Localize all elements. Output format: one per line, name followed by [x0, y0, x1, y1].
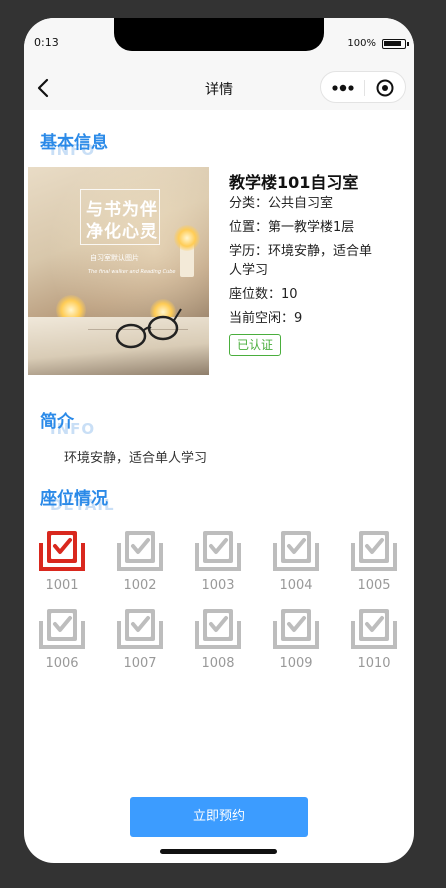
cover-script: The final walker and Reading Cube [88, 269, 176, 275]
seat-check-icon [117, 609, 163, 649]
seat-label: 1004 [279, 578, 313, 593]
capsule-menu [320, 71, 406, 103]
seat-label: 1006 [45, 656, 79, 671]
room-location: 位置：第一教学楼1层 [229, 220, 355, 235]
room-free-count: 当前空闲：9 [229, 311, 303, 326]
seat-item[interactable]: 1002 [109, 529, 171, 597]
phone-screen: 0:13 100% 详情 INFO 基本信息 与书为伴 净化心灵 自习室默认图片… [24, 18, 414, 863]
seat-check-icon [351, 609, 397, 649]
seat-check-icon [195, 609, 241, 649]
basic-info-title: 基本信息 [40, 133, 108, 153]
seat-label: 1007 [123, 656, 157, 671]
glasses-icon [115, 308, 182, 349]
seat-label: 1002 [123, 578, 157, 593]
battery-percent: 100% [347, 38, 376, 49]
home-indicator [160, 849, 277, 854]
room-name: 教学楼101自习室 [229, 173, 359, 192]
cover-title-line2: 净化心灵 [86, 222, 158, 242]
seat-label: 1001 [45, 578, 79, 593]
seat-label: 1003 [201, 578, 235, 593]
room-category: 分类：公共自习室 [229, 196, 334, 211]
seat-item[interactable]: 1001 [31, 529, 93, 597]
seat-item[interactable]: 1007 [109, 607, 171, 675]
seat-check-icon [117, 531, 163, 571]
seat-check-icon [195, 531, 241, 571]
seat-check-icon [39, 609, 85, 649]
battery-icon [382, 39, 409, 49]
more-dots-icon[interactable] [331, 82, 355, 94]
nav-bar: 详情 [24, 66, 414, 110]
target-icon[interactable] [376, 79, 394, 97]
cover-caption: 自习室默认图片 [90, 254, 139, 262]
room-seat-count: 座位数：10 [229, 287, 298, 302]
reserve-button[interactable]: 立即预约 [130, 797, 308, 837]
seat-item[interactable]: 1004 [265, 529, 327, 597]
seat-label: 1009 [279, 656, 313, 671]
seat-item[interactable]: 1010 [343, 607, 405, 675]
capsule-divider [364, 80, 365, 96]
seat-item[interactable]: 1008 [187, 607, 249, 675]
candle-flame [174, 225, 200, 251]
seat-label: 1005 [357, 578, 391, 593]
notch [114, 18, 324, 51]
seat-item[interactable]: 1009 [265, 607, 327, 675]
seat-label: 1008 [201, 656, 235, 671]
seat-item[interactable]: 1003 [187, 529, 249, 597]
room-cover-image: 与书为伴 净化心灵 自习室默认图片 The final walker and R… [28, 167, 209, 375]
intro-title: 简介 [40, 412, 74, 432]
status-time: 0:13 [34, 36, 59, 49]
seats-title: 座位情况 [40, 489, 108, 509]
seat-item[interactable]: 1006 [31, 607, 93, 675]
seat-check-icon [351, 531, 397, 571]
intro-text: 环境安静，适合单人学习 [64, 451, 208, 466]
room-description: 学历：环境安静，适合单人学习 [229, 244, 373, 278]
seat-item[interactable]: 1005 [343, 529, 405, 597]
seat-check-icon [39, 531, 85, 571]
verified-badge: 已认证 [229, 334, 282, 356]
seat-label: 1010 [357, 656, 391, 671]
seat-check-icon [273, 531, 319, 571]
seat-check-icon [273, 609, 319, 649]
